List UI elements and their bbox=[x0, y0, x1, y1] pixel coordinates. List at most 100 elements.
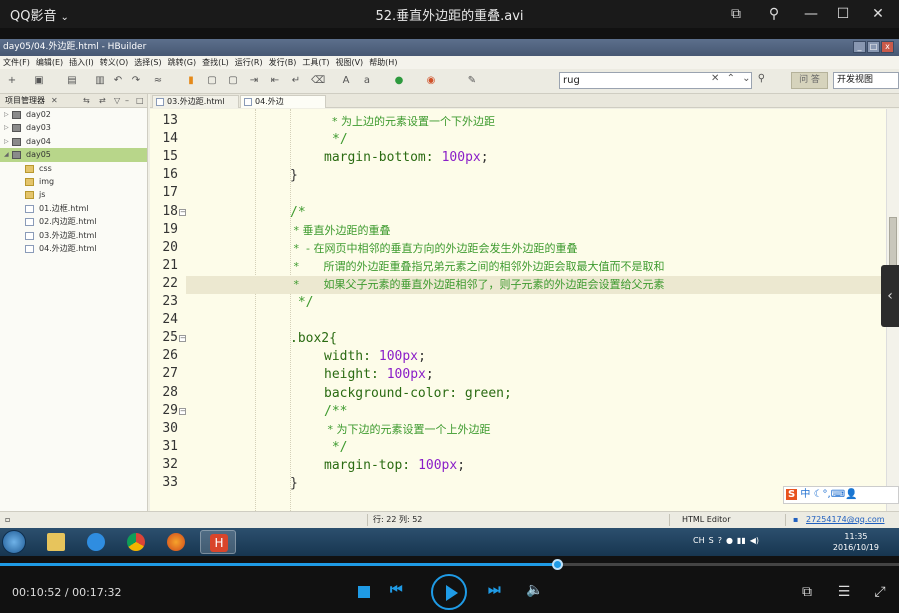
progress-bar[interactable] bbox=[0, 559, 899, 570]
screenshot-icon[interactable]: ⧉ bbox=[798, 583, 816, 601]
tree-item-proj[interactable]: ◢ day05 bbox=[0, 148, 147, 162]
clear-search-icon[interactable]: ✕ bbox=[711, 73, 719, 84]
font-smaller-icon[interactable]: a bbox=[361, 75, 373, 87]
code-line[interactable]: * 垂直外边距的重叠 bbox=[186, 222, 886, 240]
code-line[interactable]: * - 在网页中相邻的垂直方向的外边距会发生外边距的重叠 bbox=[186, 240, 886, 258]
tree-item-folder[interactable]: js bbox=[0, 188, 147, 201]
prev-icon[interactable]: ⏮ bbox=[390, 582, 403, 598]
wrap-icon[interactable]: ↵ bbox=[290, 75, 302, 87]
tray-network-icon[interactable]: ▮▮ bbox=[737, 536, 746, 545]
close-icon[interactable]: ✕ bbox=[867, 3, 889, 25]
collapse-icon[interactable]: ⇆ bbox=[83, 94, 90, 108]
snippet-icon[interactable]: ▢ bbox=[206, 75, 218, 87]
menu-icon[interactable]: ▽ bbox=[114, 94, 120, 108]
screen-capture-icon[interactable]: ⧉ bbox=[725, 3, 747, 25]
code-line[interactable]: margin-bottom: 100px; bbox=[186, 149, 886, 167]
indent-icon[interactable]: ⇥ bbox=[248, 75, 260, 87]
expand-arrow-icon[interactable]: ▷ bbox=[4, 108, 9, 121]
comment-icon[interactable]: ▢ bbox=[227, 75, 239, 87]
menu-item[interactable]: 查找(L) bbox=[199, 56, 232, 68]
bookmark-icon[interactable]: ▮ bbox=[185, 75, 197, 87]
font-bigger-icon[interactable]: A bbox=[340, 75, 352, 87]
menu-item[interactable]: 工具(T) bbox=[299, 56, 332, 68]
pin-icon[interactable]: ⚲ bbox=[763, 3, 785, 25]
run-icon[interactable]: ● bbox=[393, 75, 405, 87]
menu-item[interactable]: 发行(B) bbox=[266, 56, 300, 68]
tree-item-file[interactable]: 01.边框.html bbox=[0, 202, 147, 215]
code-line[interactable]: } bbox=[186, 475, 886, 493]
volume-icon[interactable]: 🔈 bbox=[526, 582, 543, 598]
tray-settings-icon[interactable]: ● bbox=[726, 536, 733, 545]
code-line[interactable]: height: 100px; bbox=[186, 366, 886, 384]
print-icon[interactable]: ▥ bbox=[94, 75, 106, 87]
chrome-icon[interactable] bbox=[118, 530, 154, 554]
firefox-icon[interactable] bbox=[158, 530, 194, 554]
menu-item[interactable]: 编辑(E) bbox=[33, 56, 66, 68]
view-select[interactable]: 开发视图 bbox=[833, 72, 899, 89]
redo-icon[interactable]: ↷ bbox=[130, 75, 142, 87]
expand-arrow-icon[interactable]: ▷ bbox=[4, 135, 9, 148]
code-line[interactable]: * 如果父子元素的垂直外边距相邻了，则子元素的外边距会设置给父元素 bbox=[186, 275, 886, 294]
code-line[interactable]: */ bbox=[186, 439, 886, 457]
search-icon[interactable]: ⚲ bbox=[758, 73, 765, 84]
tab-04[interactable]: 04.外边距.html✕ bbox=[240, 95, 326, 118]
fold-toggle-icon[interactable]: − bbox=[179, 407, 186, 415]
code-line[interactable]: .box2{ bbox=[186, 330, 886, 348]
code-line[interactable]: /* bbox=[186, 204, 886, 222]
panel-minimize-icon[interactable]: – bbox=[125, 94, 129, 108]
menu-item[interactable]: 转义(O) bbox=[97, 56, 132, 68]
clear-icon[interactable]: ⌫ bbox=[311, 75, 325, 87]
hb-close-icon[interactable]: x bbox=[881, 41, 894, 53]
chevron-down-icon[interactable]: ⌄ bbox=[742, 73, 750, 84]
ime-toolbar[interactable]: S 中 ☾°,⌨👤 bbox=[783, 486, 899, 504]
tab-03[interactable]: 03.外边距.html bbox=[152, 95, 239, 108]
tray-volume-icon[interactable]: ◀) bbox=[750, 536, 759, 545]
code-line[interactable] bbox=[186, 312, 886, 330]
expand-arrow-icon[interactable]: ◢ bbox=[4, 148, 9, 161]
tree-item-file[interactable]: 02.内边距.html bbox=[0, 215, 147, 228]
code-line[interactable]: */ bbox=[186, 294, 886, 312]
maximize-icon[interactable]: ☐ bbox=[832, 3, 854, 25]
panel-maximize-icon[interactable]: □ bbox=[136, 94, 144, 108]
code-line[interactable]: /** bbox=[186, 403, 886, 421]
code-line[interactable] bbox=[186, 185, 886, 203]
file-explorer-icon[interactable] bbox=[38, 530, 74, 554]
next-icon[interactable]: ⏭ bbox=[488, 582, 501, 598]
menu-item[interactable]: 插入(I) bbox=[66, 56, 97, 68]
code-line[interactable]: margin-top: 100px; bbox=[186, 457, 886, 475]
outdent-icon[interactable]: ⇤ bbox=[269, 75, 281, 87]
expand-arrow-icon[interactable]: ▷ bbox=[4, 121, 9, 134]
browser-icon[interactable]: ◉ bbox=[425, 75, 437, 87]
code-line[interactable]: * 所谓的外边距重叠指兄弟元素之间的相邻外边距会取最大值而不是取和 bbox=[186, 258, 886, 276]
tray-ch-icon[interactable]: CH bbox=[693, 536, 705, 545]
fold-toggle-icon[interactable]: − bbox=[179, 208, 186, 216]
save-icon[interactable]: ▣ bbox=[33, 75, 45, 87]
tree-item-folder[interactable]: css bbox=[0, 162, 147, 175]
ask-button[interactable]: 问 答 bbox=[791, 72, 828, 89]
undo-icon[interactable]: ↶ bbox=[112, 75, 124, 87]
hb-maximize-icon[interactable]: □ bbox=[867, 41, 880, 53]
internet-explorer-icon[interactable] bbox=[78, 530, 114, 554]
menu-item[interactable]: 视图(V) bbox=[332, 56, 366, 68]
hbuilder-icon[interactable]: H bbox=[200, 530, 236, 554]
tree-item-folder[interactable]: img bbox=[0, 175, 147, 188]
user-account-link[interactable]: 27254174@qq.com bbox=[806, 512, 885, 528]
code-line[interactable]: background-color: green; bbox=[186, 385, 886, 403]
start-button[interactable] bbox=[2, 530, 26, 554]
play-button[interactable] bbox=[431, 574, 467, 610]
hb-minimize-icon[interactable]: _ bbox=[853, 41, 866, 53]
menu-item[interactable]: 选择(S) bbox=[131, 56, 164, 68]
minimize-icon[interactable]: — bbox=[800, 3, 822, 25]
new-icon[interactable]: + bbox=[6, 75, 18, 87]
menu-item[interactable]: 帮助(H) bbox=[366, 56, 400, 68]
save-all-icon[interactable]: ▤ bbox=[66, 75, 78, 87]
tree-item-file[interactable]: 04.外边距.html bbox=[0, 242, 147, 255]
link-icon[interactable]: ⇄ bbox=[99, 94, 106, 108]
tree-item-proj[interactable]: ▷ day03 bbox=[0, 121, 147, 134]
chevron-left-icon[interactable]: ‹ bbox=[881, 265, 899, 327]
progress-handle[interactable] bbox=[552, 559, 564, 570]
menu-item[interactable]: 文件(F) bbox=[0, 56, 33, 68]
close-panel-icon[interactable]: ✕ bbox=[51, 94, 58, 108]
tray-sogou-icon[interactable]: S bbox=[709, 536, 714, 545]
tree-item-proj[interactable]: ▷ day04 bbox=[0, 135, 147, 148]
